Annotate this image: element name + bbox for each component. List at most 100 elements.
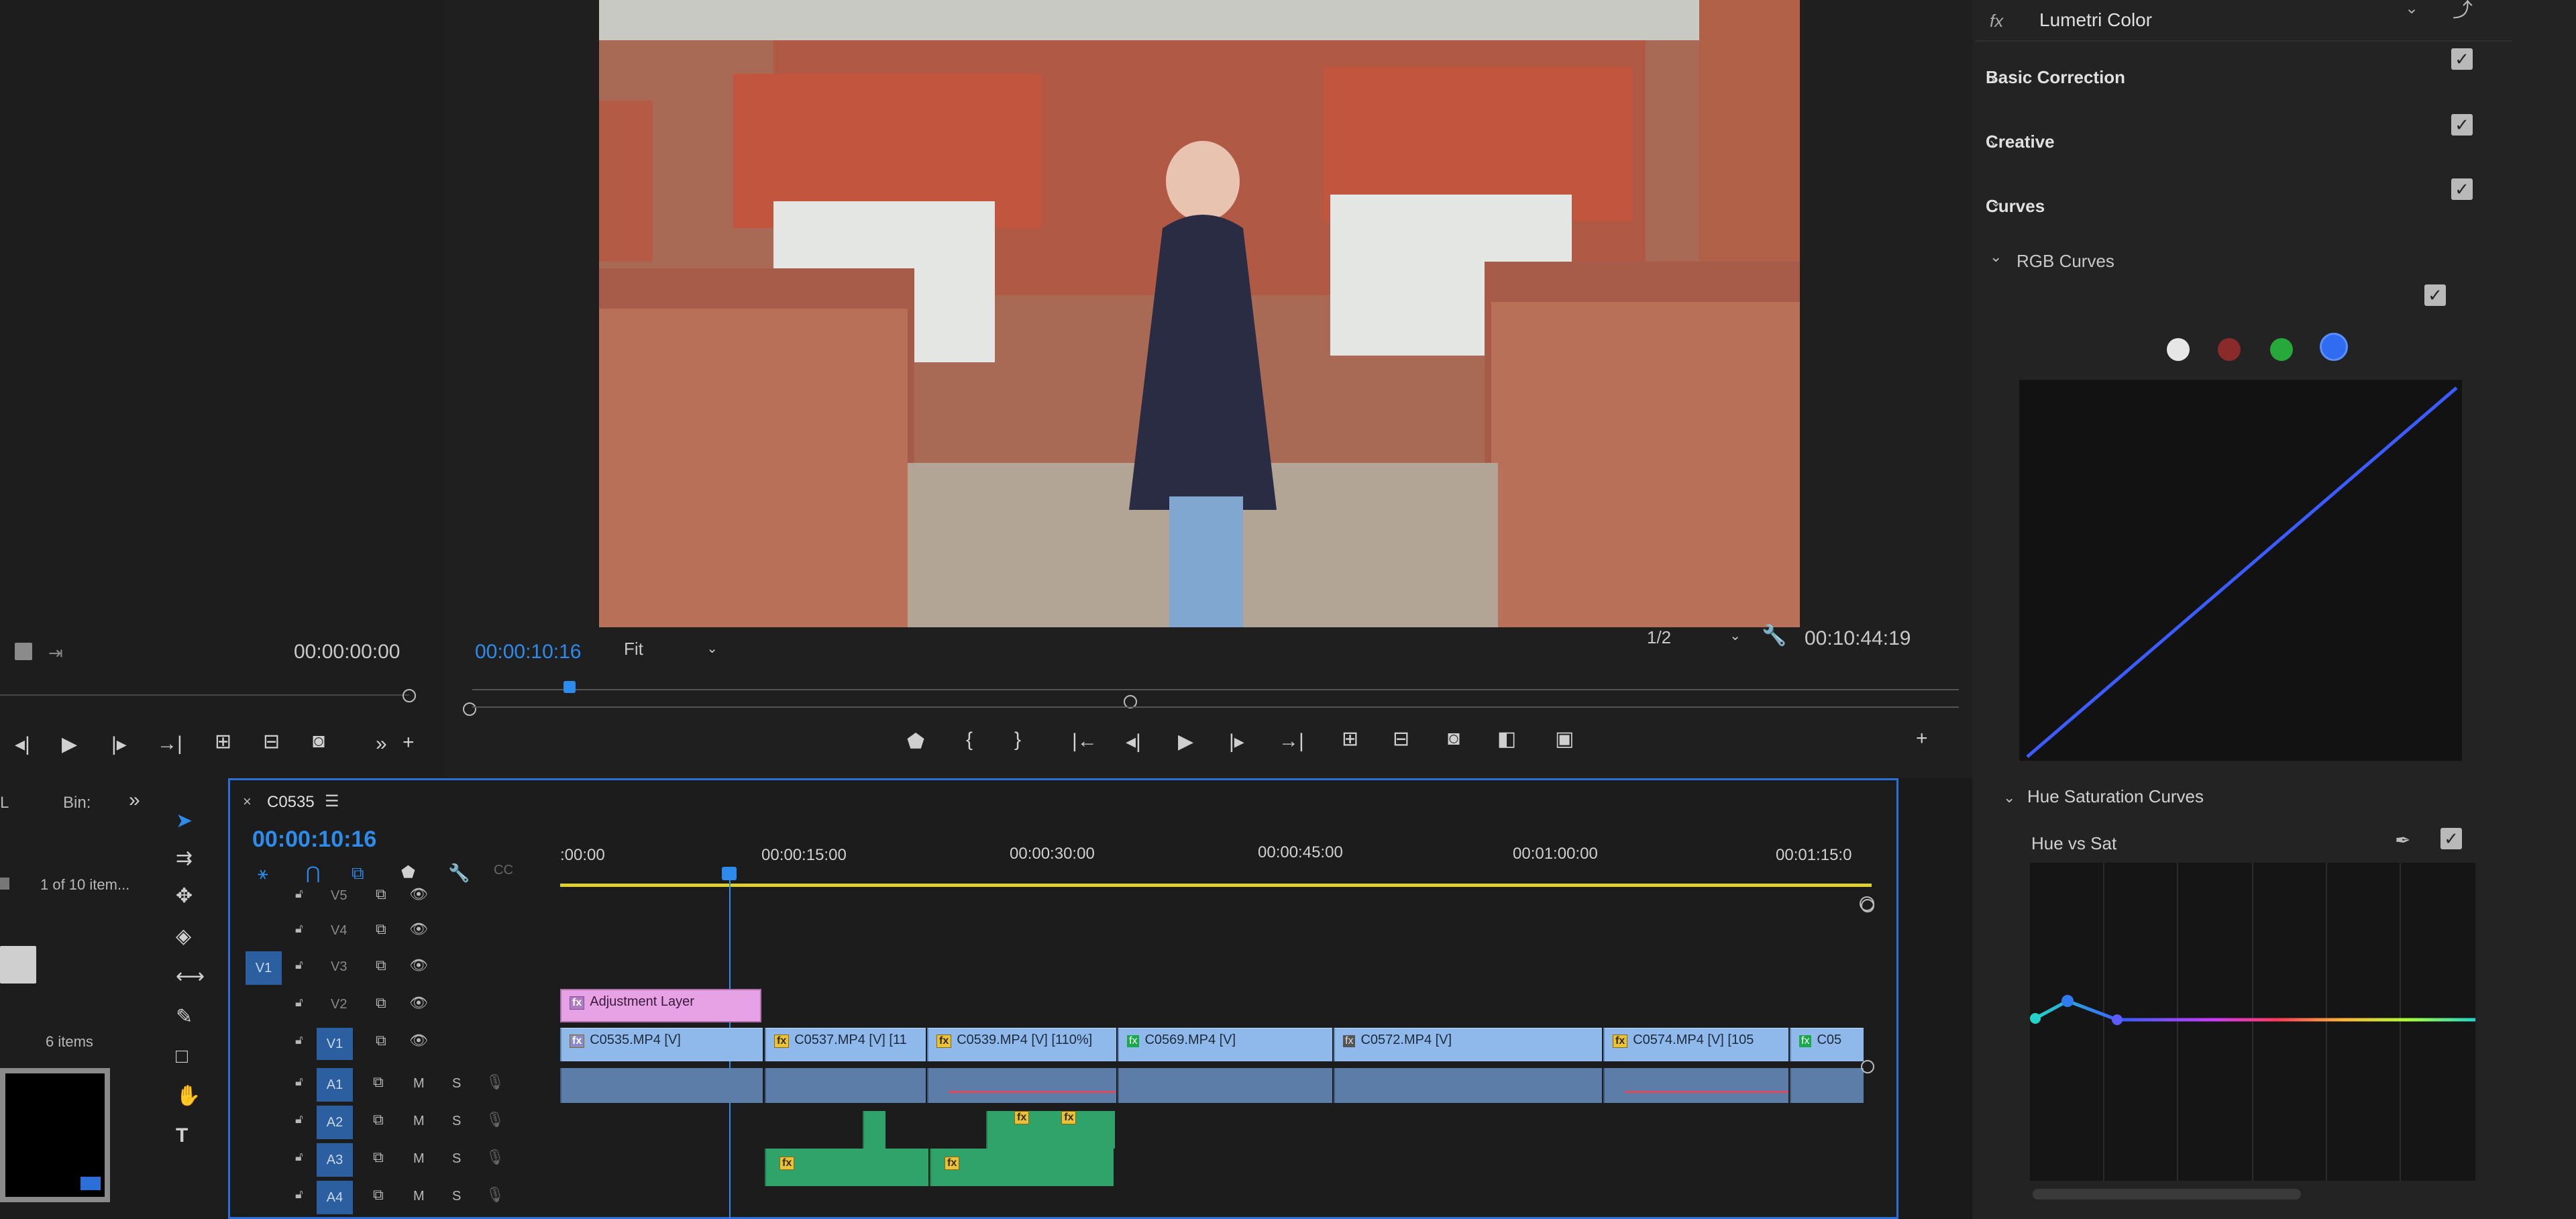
- audio-clip-a1-4[interactable]: [1118, 1068, 1332, 1103]
- linked-selection-icon[interactable]: ⧉: [352, 863, 364, 884]
- section-curves[interactable]: Curves: [1986, 196, 2045, 217]
- section-hue-saturation-curves[interactable]: Hue Saturation Curves: [2027, 786, 2204, 807]
- timeline-ruler[interactable]: :00:00 00:00:15:00 00:00:30:00 00:00:45:…: [560, 842, 1872, 887]
- panel-overflow-icon[interactable]: »: [129, 789, 140, 812]
- microphone-icon[interactable]: 🎙︎: [486, 1073, 504, 1091]
- captions-icon[interactable]: CC: [494, 863, 513, 878]
- playhead[interactable]: [722, 867, 737, 880]
- timeline-close-icon[interactable]: ×: [243, 793, 252, 810]
- mute-button[interactable]: M: [413, 1076, 425, 1092]
- lock-icon[interactable]: 🔓︎: [295, 1112, 303, 1126]
- source-patch-v1[interactable]: V1: [246, 951, 282, 985]
- ripple-edit-tool-icon[interactable]: ✥: [176, 884, 193, 908]
- lock-icon[interactable]: 🔓︎: [295, 887, 303, 901]
- sync-lock-icon[interactable]: ⧉: [376, 994, 386, 1012]
- add-marker-icon[interactable]: ⬟: [401, 863, 415, 882]
- step-forward-icon[interactable]: |▸: [111, 733, 127, 756]
- step-forward-icon[interactable]: |▸: [1229, 730, 1244, 753]
- track-header-a3[interactable]: 🔓︎ A3 ⧉ M S 🎙︎: [241, 1143, 557, 1177]
- channel-green-dot[interactable]: [2270, 338, 2293, 361]
- track-header-v5[interactable]: 🔓︎ V5 ⧉ 👁︎: [241, 884, 557, 911]
- eye-icon[interactable]: 👁︎: [409, 1032, 428, 1049]
- more-icon[interactable]: »: [376, 733, 387, 755]
- eye-icon[interactable]: 👁︎: [409, 886, 428, 903]
- eyedropper-icon[interactable]: ✒: [2395, 829, 2410, 851]
- eye-icon[interactable]: 👁︎: [409, 957, 428, 974]
- sync-lock-icon[interactable]: ⧉: [373, 1149, 384, 1166]
- clip-c0539[interactable]: fx C0539.MP4 [V] [110%]: [927, 1028, 1116, 1061]
- comparison-view-icon[interactable]: ◧: [1497, 727, 1516, 751]
- add-button-icon[interactable]: +: [1916, 727, 1928, 750]
- go-to-out-icon[interactable]: →|: [157, 733, 182, 755]
- program-scrubber[interactable]: [463, 674, 1959, 716]
- timeline-menu-icon[interactable]: ☰: [325, 792, 339, 811]
- section-creative[interactable]: Creative: [1986, 131, 2055, 152]
- clip-c0569[interactable]: fx C0569.MP4 [V]: [1118, 1028, 1332, 1061]
- type-tool-icon[interactable]: T: [176, 1124, 188, 1147]
- lock-icon[interactable]: 🔓︎: [295, 958, 303, 972]
- project-tab-bin[interactable]: Bin:: [63, 794, 91, 812]
- clip-c0537[interactable]: fx C0537.MP4 [V] [11: [765, 1028, 926, 1061]
- source-scrubber[interactable]: [0, 681, 416, 708]
- bin-thumbnail[interactable]: [0, 946, 36, 984]
- track-header-v1[interactable]: 🔓︎ V1 ⧉ 👁︎: [241, 1028, 557, 1060]
- go-to-in-icon[interactable]: |←: [1072, 730, 1097, 753]
- camera-icon[interactable]: ◙: [313, 730, 325, 753]
- lock-icon[interactable]: 🔓︎: [295, 1150, 303, 1164]
- track-header-v4[interactable]: 🔓︎ V4 ⧉ 👁︎: [241, 919, 557, 946]
- clip-c0572[interactable]: fx C0572.MP4 [V]: [1334, 1028, 1602, 1061]
- mark-out-icon[interactable]: }: [1014, 729, 1021, 751]
- eye-icon[interactable]: 👁︎: [409, 994, 428, 1012]
- audio-clip-a1-5[interactable]: [1334, 1068, 1602, 1103]
- channel-red-dot[interactable]: [2218, 338, 2241, 361]
- project-list-icon[interactable]: [0, 878, 9, 890]
- section-rgb-curves[interactable]: RGB Curves: [2017, 251, 2114, 272]
- add-button-icon[interactable]: +: [402, 731, 415, 754]
- step-back-icon[interactable]: ◂|: [1126, 730, 1141, 753]
- timeline-tab[interactable]: C0535: [267, 793, 315, 812]
- clip-c0535[interactable]: fx C0535.MP4 [V]: [560, 1028, 763, 1061]
- lock-icon[interactable]: 🔓︎: [295, 922, 303, 936]
- track-header-v2[interactable]: 🔓︎ V2 ⧉ 👁︎: [241, 993, 557, 1020]
- channel-blue-dot[interactable]: [2320, 333, 2348, 361]
- section-basic-correction[interactable]: Basic Correction: [1986, 67, 2125, 88]
- audio-clip-a1-2[interactable]: [765, 1068, 926, 1103]
- mute-button[interactable]: M: [413, 1151, 425, 1167]
- eye-icon[interactable]: 👁︎: [409, 920, 428, 938]
- project-tab-l[interactable]: L: [0, 794, 9, 812]
- mute-button[interactable]: M: [413, 1189, 425, 1204]
- curves-checkbox[interactable]: ✓: [2451, 178, 2473, 200]
- timeline-settings-icon[interactable]: 🔧: [448, 863, 470, 884]
- lock-icon[interactable]: 🔓︎: [295, 1075, 303, 1089]
- audio-clip-a3-2[interactable]: fx: [930, 1149, 1114, 1186]
- hue-vs-sat-graph[interactable]: [2030, 863, 2475, 1181]
- sync-lock-icon[interactable]: ⧉: [373, 1186, 384, 1204]
- overwrite-icon[interactable]: ⊟: [263, 730, 280, 753]
- go-to-out-icon[interactable]: →|: [1279, 730, 1304, 753]
- basic-correction-checkbox[interactable]: ✓: [2451, 48, 2473, 70]
- audio-clip-a3-1[interactable]: fx: [765, 1149, 928, 1186]
- solo-button[interactable]: S: [452, 1151, 461, 1167]
- marker-icon[interactable]: ⬟: [907, 730, 924, 753]
- wrench-icon[interactable]: 🔧: [1762, 624, 1786, 647]
- lock-icon[interactable]: 🔓︎: [295, 996, 303, 1010]
- track-select-tool-icon[interactable]: ⇉: [176, 847, 193, 870]
- track-header-a2[interactable]: 🔓︎ A2 ⧉ M S 🎙︎: [241, 1106, 557, 1139]
- mark-in-icon[interactable]: {: [966, 729, 973, 751]
- audio-clip-a1-3[interactable]: [927, 1068, 1116, 1103]
- lumetri-title[interactable]: Lumetri Color: [2039, 9, 2152, 31]
- microphone-icon[interactable]: 🎙︎: [486, 1149, 504, 1166]
- track-header-v3[interactable]: V1 🔓︎ V3 ⧉ 👁︎: [241, 951, 557, 985]
- program-timecode[interactable]: 00:00:10:16: [475, 641, 581, 664]
- track-header-a1[interactable]: 🔓︎ A1 ⧉ M S 🎙︎: [241, 1068, 557, 1102]
- audio-clip-a1-6[interactable]: [1603, 1068, 1788, 1103]
- extract-icon[interactable]: ⊟: [1393, 727, 1409, 751]
- nest-icon[interactable]: ⚹: [258, 863, 268, 884]
- clip-c0574[interactable]: fx C0574.MP4 [V] [105: [1603, 1028, 1788, 1061]
- track-header-a4[interactable]: 🔓︎ A4 ⧉ M S 🎙︎: [241, 1181, 557, 1214]
- lock-icon[interactable]: 🔓︎: [295, 1187, 303, 1202]
- reset-icon[interactable]: ⤴: [2453, 0, 2473, 23]
- razor-tool-icon[interactable]: ◈: [176, 924, 191, 948]
- chevron-down-icon[interactable]: ⌄: [1990, 248, 2002, 266]
- insert-icon[interactable]: ⊞: [215, 730, 231, 753]
